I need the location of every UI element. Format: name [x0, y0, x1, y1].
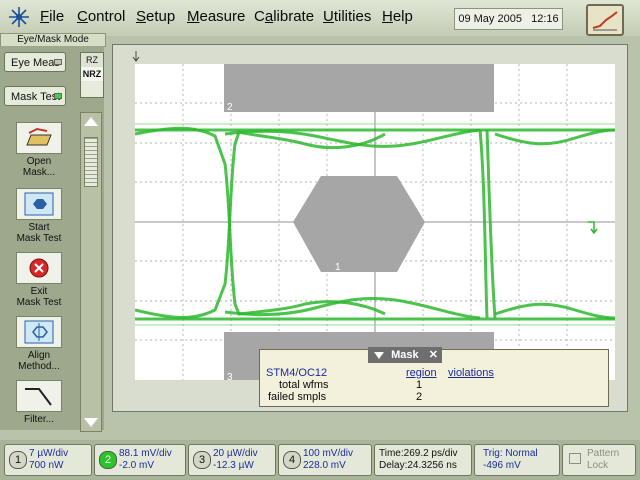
channel-1-offset: 700 nW: [29, 460, 64, 471]
start-mask-label1: Start: [28, 222, 50, 233]
eye-meas-label: Eye Meas: [11, 57, 60, 69]
channel-3-number: 3: [193, 451, 211, 469]
menu-measure[interactable]: Measure: [187, 8, 245, 25]
exit-mask-label2: Mask Test: [16, 297, 62, 308]
date-time-display: 09 May 2005 12:16: [454, 8, 563, 30]
open-mask-button[interactable]: Open Mask...: [10, 122, 68, 178]
pattern-lock-button[interactable]: Pattern Lock: [562, 444, 636, 476]
open-folder-icon: [16, 122, 62, 154]
align-method-button[interactable]: Align Method...: [10, 316, 68, 372]
timebase-delay: Delay:24.3256 ns: [379, 460, 457, 471]
start-mask-label2: Mask Test: [16, 233, 62, 244]
timebase-scale: Time:269.2 ps/div: [379, 448, 458, 459]
mask-panel-header[interactable]: Mask ✕: [368, 347, 442, 363]
lock-label: Lock: [587, 460, 609, 471]
eye-diagram: 2 3 1: [134, 64, 616, 383]
eye-meas-button[interactable]: Eye Meas: [4, 52, 66, 72]
eye-meas-led: [54, 59, 62, 65]
channel-2-button[interactable]: 2 88.1 mV/div -2.0 mV: [94, 444, 186, 476]
channel-2-scale: 88.1 mV/div: [119, 448, 172, 459]
align-method-label1: Align: [27, 350, 51, 361]
rz-nrz-toggle[interactable]: RZ NRZ: [80, 52, 104, 98]
failed-smpls-label: failed smpls: [268, 391, 327, 403]
channel-4-button[interactable]: 4 100 mV/div 228.0 mV: [278, 444, 372, 476]
exit-stop-icon: [16, 252, 62, 284]
mask-region-1-label: 1: [335, 262, 341, 273]
close-icon[interactable]: ✕: [429, 347, 438, 363]
menu-calibrate[interactable]: Calibrate: [254, 8, 314, 25]
mask-test-button[interactable]: Mask Test: [4, 86, 66, 106]
collapse-arrow-icon[interactable]: [374, 351, 384, 359]
failed-smpls-value: 2: [416, 391, 423, 403]
align-method-label2: Method...: [18, 361, 60, 372]
trigger-mode: Trig: Normal: [483, 448, 538, 459]
channel-3-offset: -12.3 µW: [213, 460, 254, 471]
mask-region-3-label: 3: [227, 372, 233, 380]
start-mask-test-button[interactable]: Start Mask Test: [10, 188, 68, 244]
scroll-up-arrow-icon[interactable]: [84, 117, 98, 126]
channel-1-button[interactable]: 1 7 µW/div 700 nW: [4, 444, 92, 476]
channel-3-button[interactable]: 3 20 µW/div -12.3 µW: [188, 444, 276, 476]
align-icon: [16, 316, 62, 348]
channel-1-scale: 7 µW/div: [29, 448, 69, 459]
run-stop-button[interactable]: [586, 4, 624, 36]
channel-3-scale: 20 µW/div: [213, 448, 258, 459]
mask-region-2-label: 2: [227, 102, 233, 113]
menu-control[interactable]: Control: [77, 8, 125, 25]
menu-help[interactable]: Help: [382, 8, 413, 25]
nrz-option[interactable]: NRZ: [81, 67, 103, 81]
date-text: 09 May 2005: [458, 13, 522, 25]
filter-label: Filter...: [23, 414, 54, 425]
time-text: 12:16: [531, 13, 559, 25]
menu-setup[interactable]: Setup: [136, 8, 175, 25]
channel-1-number: 1: [9, 451, 27, 469]
trigger-button[interactable]: Trig: Normal -496 mV: [474, 444, 560, 476]
mask-test-led: [54, 93, 62, 99]
mode-indicator: Eye/Mask Mode: [0, 33, 106, 47]
pattern-label: Pattern: [587, 448, 620, 459]
mask-standard: STM4/OC12: [266, 367, 328, 379]
mask-start-icon: [16, 188, 62, 220]
mask-region-2: [224, 64, 494, 112]
trigger-level: -496 mV: [483, 460, 521, 471]
channel-2-number: 2: [99, 451, 117, 469]
menu-file[interactable]: File: [40, 8, 64, 25]
scroll-thumb[interactable]: [84, 137, 98, 187]
channel-2-offset: -2.0 mV: [119, 460, 155, 471]
filter-button[interactable]: Filter...: [10, 380, 68, 425]
channel-4-offset: 228.0 mV: [303, 460, 346, 471]
channel-2-offset-marker-icon[interactable]: [586, 218, 600, 236]
col-region: region: [406, 367, 437, 379]
lock-icon: [569, 453, 581, 464]
mask-test-label: Mask Test: [11, 91, 61, 103]
menu-utilities[interactable]: Utilities: [323, 8, 371, 25]
open-mask-label1: Open: [26, 156, 52, 167]
open-mask-label2: Mask...: [22, 167, 56, 178]
exit-mask-test-button[interactable]: Exit Mask Test: [10, 252, 68, 308]
scope-graticule[interactable]: 2 3 1: [134, 64, 616, 383]
channel-4-scale: 100 mV/div: [303, 448, 354, 459]
total-wfms-value: 1: [416, 379, 423, 391]
total-wfms-label: total wfms: [279, 379, 329, 391]
channel-4-number: 4: [283, 451, 301, 469]
rz-option[interactable]: RZ: [81, 53, 103, 67]
mask-panel-title: Mask: [391, 349, 419, 361]
mask-region-1: [293, 176, 425, 272]
waveform-icon: [592, 11, 618, 31]
scroll-down-arrow-icon[interactable]: [84, 418, 98, 427]
agilent-logo-icon: [9, 7, 29, 27]
exit-mask-label1: Exit: [30, 286, 48, 297]
col-violations: violations: [448, 367, 494, 379]
tool-scrollbar[interactable]: [80, 112, 102, 432]
top-marker-icon: [132, 51, 140, 62]
timebase-button[interactable]: Time:269.2 ps/div Delay:24.3256 ns: [374, 444, 472, 476]
filter-icon: [16, 380, 62, 412]
